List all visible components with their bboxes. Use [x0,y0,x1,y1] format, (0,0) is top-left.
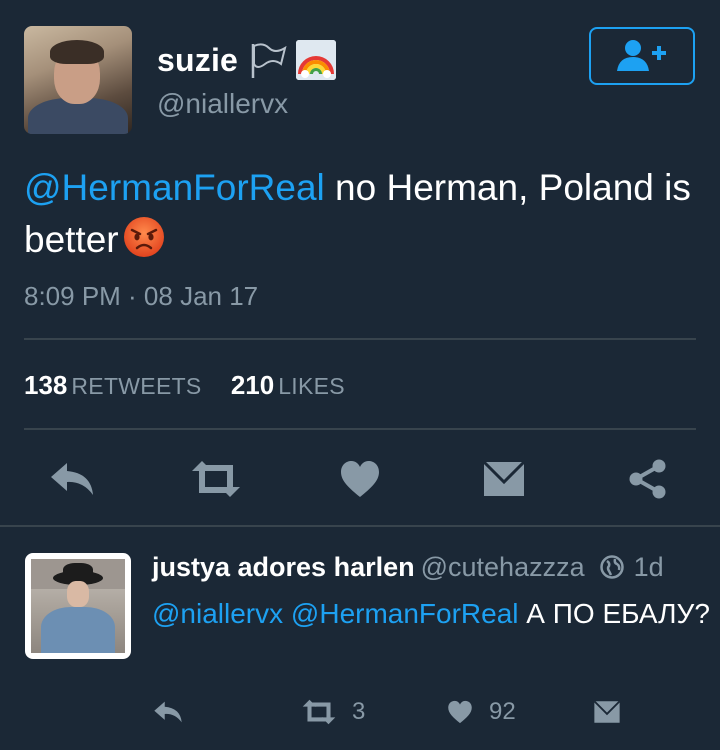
divider [0,525,720,527]
divider [24,428,696,430]
like-button[interactable] [336,456,384,502]
reply-author-handle[interactable]: @cutehazzza [421,552,585,582]
retweet-button[interactable] [186,456,246,502]
reply-header: justya adores harlen @cutehazzza 1d [152,552,664,583]
angry-face-icon [123,217,164,257]
tweet-mention-link[interactable]: @HermanForReal [24,167,325,208]
reply-icon [51,463,93,495]
retweets-stat[interactable]: 138 RETWEETS [24,370,209,400]
likes-count: 210 [230,370,275,400]
tweet-text: @HermanForReal no Herman, Poland is bett… [24,162,704,266]
likes-label: LIKES [278,373,345,399]
direct-message-button[interactable] [480,456,528,502]
share-icon [629,459,666,499]
reply-retweet-button[interactable]: 3 [300,697,365,727]
envelope-icon [482,460,526,496]
tweet-stats: 138 RETWEETS 210 LIKES [24,370,345,401]
retweets-count: 138 [24,370,68,400]
white-flag-icon [251,43,287,78]
reply-mention-link[interactable]: @niallervx [152,598,283,629]
retweet-icon [192,461,240,497]
divider [24,338,696,340]
reply-body-text: А ПО ЕБАЛУ? [518,598,710,629]
heart-icon [341,461,379,497]
reply-text: @niallervx @HermanForReal А ПО ЕБАЛУ? [152,593,712,635]
retweets-label: RETWEETS [71,373,202,399]
author-handle[interactable]: @niallervx [157,88,288,120]
reply-author-avatar[interactable] [25,553,131,659]
follow-button[interactable] [589,27,695,85]
reply-timestamp[interactable]: 1d [634,552,664,582]
share-button[interactable] [624,456,672,502]
retweet-icon [302,699,336,725]
reply-like-button[interactable]: 92 [447,697,516,727]
reply-dm-button[interactable] [592,698,622,726]
tweet-timestamp[interactable]: 8:09 PM · 08 Jan 17 [24,281,258,312]
globe-icon [600,555,624,579]
rainbow-icon [296,40,336,80]
envelope-icon [593,700,621,723]
reply-retweet-count: 3 [352,698,366,725]
reply-like-count: 92 [489,698,516,725]
heart-icon [448,700,472,724]
reply-mention-link[interactable]: @HermanForReal [291,598,519,629]
reply-reply-button[interactable] [152,698,184,726]
reply-button[interactable] [46,456,98,502]
author-avatar[interactable] [24,26,132,134]
likes-stat[interactable]: 210 LIKES [231,370,345,400]
reply-author-name[interactable]: justya adores harlen [152,552,415,582]
author-display-name[interactable]: suzie [157,42,238,79]
add-user-icon [617,40,666,71]
reply-icon [154,701,182,723]
